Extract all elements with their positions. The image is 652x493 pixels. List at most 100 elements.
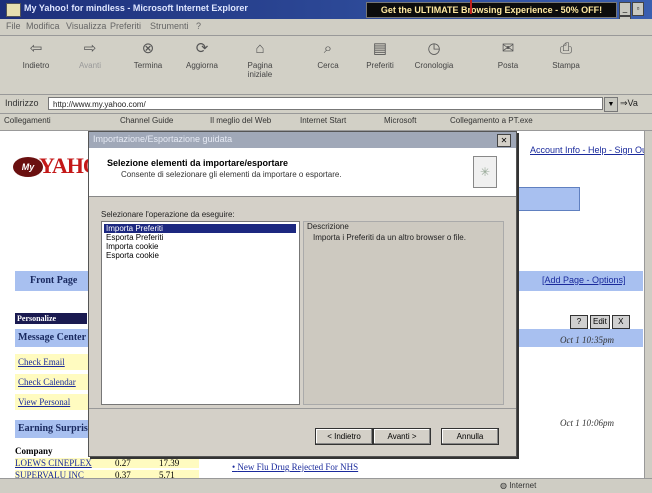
module-edit-buttons: ? Edit X xyxy=(570,315,644,329)
import-export-dialog: Importazione/Esportazione guidata ✕ Sele… xyxy=(88,131,517,457)
toolbar-print-button[interactable]: ⎙ Stampa xyxy=(542,40,590,70)
toolbar-back-button[interactable]: ⇦ Indietro xyxy=(12,40,60,70)
option-import-favorites[interactable]: Importa Preferiti xyxy=(104,224,296,233)
stock-company[interactable]: LOEWS CINEPLEX xyxy=(15,458,115,468)
page-scrollbar[interactable] xyxy=(644,131,652,478)
mail-icon: ✉ xyxy=(501,40,515,57)
ad-banner[interactable]: Get the ULTIMATE Browsing Experience - 5… xyxy=(366,2,617,18)
view-personal-link[interactable]: View Personal xyxy=(15,394,92,410)
history-icon: ◷ xyxy=(427,40,441,57)
check-email-link[interactable]: Check Email xyxy=(15,354,92,370)
pointer-marker xyxy=(470,0,472,14)
home-icon: ⌂ xyxy=(255,40,265,57)
dialog-close-button[interactable]: ✕ xyxy=(497,134,511,147)
back-arrow-icon: ⇦ xyxy=(29,40,43,57)
help-button[interactable]: ? xyxy=(570,315,588,329)
go-button[interactable]: ⇒Va xyxy=(620,98,638,109)
operation-list[interactable]: Importa Preferiti Esporta Preferiti Impo… xyxy=(101,221,300,405)
stock-company[interactable]: SUPERVALU INC xyxy=(15,470,115,478)
toolbar-forward-button[interactable]: ⇨ Avanti xyxy=(66,40,114,70)
status-bar: ◍ Internet xyxy=(0,478,652,493)
dialog-title-bar[interactable]: Importazione/Esportazione guidata ✕ xyxy=(89,132,516,148)
globe-icon: ◍ xyxy=(500,481,510,490)
link-microsoft[interactable]: Microsoft xyxy=(384,116,416,125)
stock-row: LOEWS CINEPLEX 0.27 17.39 xyxy=(15,458,199,469)
add-page-link[interactable]: [Add Page - Options] xyxy=(542,275,626,285)
next-button[interactable]: Avanti > xyxy=(373,428,431,445)
toolbar-stop-button[interactable]: ⊗ Termina xyxy=(124,40,172,70)
menu-favorites[interactable]: Preferiti xyxy=(110,21,141,31)
dialog-title: Importazione/Esportazione guidata xyxy=(93,134,233,144)
stock-value-a: 0.27 xyxy=(115,458,159,468)
option-export-cookies[interactable]: Esporta cookie xyxy=(104,251,296,260)
forward-arrow-icon: ⇨ xyxy=(83,40,97,57)
description-group xyxy=(303,221,504,405)
edit-button[interactable]: Edit xyxy=(590,315,610,329)
menu-help[interactable]: ? xyxy=(196,21,201,31)
stock-value-a: 0.37 xyxy=(115,470,159,478)
option-import-cookies[interactable]: Importa cookie xyxy=(104,242,296,251)
address-bar: Indirizzo http://www.my.yahoo.com/ ▼ ⇒Va xyxy=(0,95,652,114)
description-title: Descrizione xyxy=(307,222,349,231)
earnings-label: Earning Surprises xyxy=(18,423,97,434)
dialog-header: Selezione elementi da importare/esportar… xyxy=(89,148,516,197)
toolbar-refresh-button[interactable]: ⟳ Aggiorna xyxy=(178,40,226,70)
ie-app-icon xyxy=(6,3,21,17)
dialog-heading: Selezione elementi da importare/esportar… xyxy=(107,158,289,168)
window-controls: _▫× xyxy=(619,2,652,30)
dialog-subheading: Consente di selezionare gli elementi da … xyxy=(121,170,342,179)
links-bar: Collegamenti Channel Guide Il meglio del… xyxy=(0,114,652,131)
remove-button[interactable]: X xyxy=(611,315,630,329)
news-link[interactable]: • New Flu Drug Rejected For NHS xyxy=(232,462,358,472)
link-channel-guide[interactable]: Channel Guide xyxy=(120,116,173,125)
description-text: Importa i Preferiti da un altro browser … xyxy=(313,233,466,242)
menu-bar: File Modifica Visualizza Preferiti Strum… xyxy=(0,19,652,36)
toolbar-favorites-button[interactable]: ▤ Preferiti xyxy=(356,40,404,70)
stock-table-header: Company xyxy=(15,446,53,456)
toolbar-history-button[interactable]: ◷ Cronologia xyxy=(410,40,458,70)
check-calendar-link[interactable]: Check Calendar xyxy=(15,374,92,390)
back-button[interactable]: < Indietro xyxy=(315,428,373,445)
operation-prompt: Selezionare l'operazione da eseguire: xyxy=(101,210,235,219)
link-best-of-web[interactable]: Il meglio del Web xyxy=(210,116,271,125)
earnings-date: Oct 1 10:06pm xyxy=(560,418,614,428)
stop-icon: ⊗ xyxy=(141,40,155,57)
close-icon: ✕ xyxy=(500,136,508,145)
favorites-icon: ▤ xyxy=(372,40,388,57)
address-input[interactable]: http://www.my.yahoo.com/ xyxy=(48,97,603,110)
toolbar-mail-button[interactable]: ✉ Posta xyxy=(484,40,532,70)
search-icon: ⌕ xyxy=(323,40,333,57)
toolbar-home-button[interactable]: ⌂ Pagina iniziale xyxy=(236,40,284,79)
maximize-button[interactable]: ▫ xyxy=(632,2,644,16)
link-internet-start[interactable]: Internet Start xyxy=(300,116,346,125)
option-export-favorites[interactable]: Esporta Preferiti xyxy=(104,233,296,242)
toolbar-search-button[interactable]: ⌕ Cerca xyxy=(304,40,352,70)
chevron-down-icon: ▼ xyxy=(607,101,615,108)
personalize-button[interactable]: Personalize xyxy=(15,313,87,324)
menu-view[interactable]: Visualizza xyxy=(66,21,106,31)
front-page-label: Front Page xyxy=(30,275,78,286)
menu-file[interactable]: File xyxy=(6,21,21,31)
address-label: Indirizzo xyxy=(5,98,39,108)
menu-tools[interactable]: Strumenti xyxy=(150,21,189,31)
account-links[interactable]: Account Info - Help - Sign Out xyxy=(530,145,644,155)
minimize-button[interactable]: _ xyxy=(619,2,631,16)
print-icon: ⎙ xyxy=(559,40,572,57)
address-dropdown-button[interactable]: ▼ xyxy=(604,97,618,112)
window-title: My Yahoo! for mindless - Microsoft Inter… xyxy=(24,3,248,13)
links-label: Collegamenti xyxy=(4,116,51,125)
menu-edit[interactable]: Modifica xyxy=(26,21,60,31)
my-yahoo-logo[interactable]: My YAHO xyxy=(13,153,100,179)
security-zone: ◍ Internet xyxy=(500,481,537,490)
stock-value-b: 5.71 xyxy=(159,470,199,478)
stock-row: SUPERVALU INC 0.37 5.71 xyxy=(15,470,199,478)
cancel-button[interactable]: Annulla xyxy=(441,428,499,445)
wizard-document-icon: ✳ xyxy=(473,156,497,188)
link-pt-exe[interactable]: Collegamento a PT.exe xyxy=(450,116,533,125)
message-center-label: Message Center xyxy=(18,332,87,343)
standard-toolbar: ⇦ Indietro ⇨ Avanti ⊗ Termina ⟳ Aggiorna ⌂ Pa… xyxy=(0,36,652,95)
stock-value-b: 17.39 xyxy=(159,458,199,468)
message-center-date: Oct 1 10:35pm xyxy=(560,335,614,345)
dialog-separator xyxy=(89,408,516,409)
refresh-icon: ⟳ xyxy=(195,40,209,57)
